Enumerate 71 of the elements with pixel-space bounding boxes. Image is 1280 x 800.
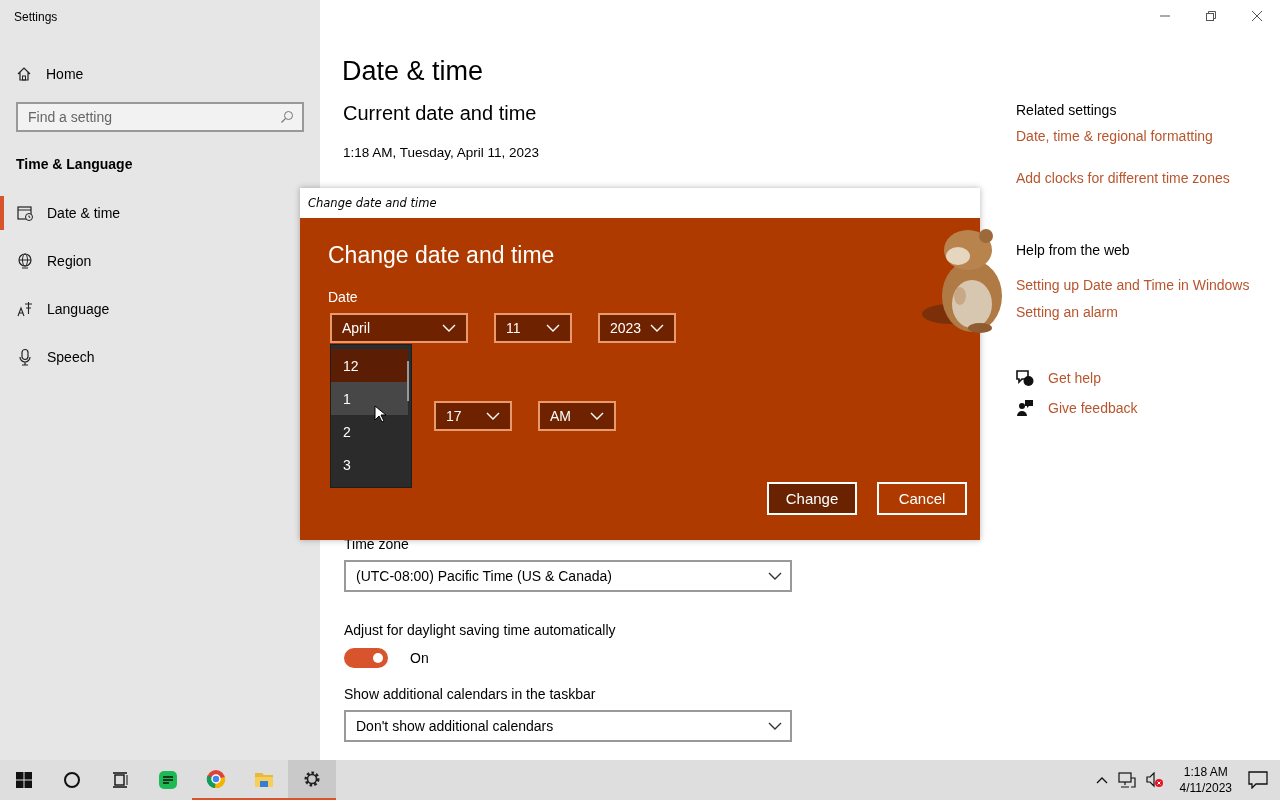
section-heading: Help from the web: [1016, 242, 1130, 258]
sidebar-item[interactable]: Region: [0, 250, 140, 272]
current-date-time: 1:18 AM, Tuesday, April 11, 2023: [343, 145, 540, 160]
close-icon[interactable]: [1252, 11, 1262, 21]
globe-icon: [16, 252, 34, 270]
list-option[interactable]: 1: [331, 382, 408, 415]
feedback-person-icon: [1016, 399, 1034, 417]
search-icon: [280, 110, 294, 124]
field-label: Adjust for daylight saving time automatically: [344, 622, 616, 638]
chevron-down-icon: [546, 324, 560, 332]
restore-icon[interactable]: [1206, 11, 1216, 21]
section-heading: Related settings: [1016, 102, 1117, 118]
link[interactable]: Get help: [1048, 370, 1101, 386]
language-icon: [16, 300, 34, 318]
link[interactable]: Setting an alarm: [1016, 304, 1118, 320]
link[interactable]: Add clocks for different time zones: [1016, 170, 1230, 186]
link[interactable]: Date, time & regional formatting: [1016, 128, 1213, 144]
dropdown[interactable]: April: [330, 313, 468, 343]
chevron-down-icon: [590, 412, 604, 420]
dropdown[interactable]: Don't show additional calendars: [344, 710, 792, 742]
field-label: Date: [328, 289, 358, 305]
search-circle-icon: [62, 770, 82, 790]
window-title: Settings: [13, 9, 59, 26]
search-field[interactable]: Find a setting: [16, 102, 304, 132]
notification-icon[interactable]: [1248, 771, 1268, 789]
mouse-cursor-icon: [374, 405, 386, 423]
clock-date: 4/11/2023: [1179, 780, 1232, 796]
sidebar-item[interactable]: Speech: [0, 346, 140, 368]
chevron-down-icon: [768, 722, 782, 730]
dialog-heading: Change date and time: [328, 242, 555, 269]
toggle-state: On: [410, 650, 429, 666]
section-heading: Current date and time: [343, 102, 537, 125]
link[interactable]: Setting up Date and Time in Windows: [1016, 277, 1250, 293]
change-button[interactable]: Change: [767, 482, 857, 515]
dialog-title: Change date and time: [308, 196, 437, 210]
toggle-switch[interactable]: [344, 648, 388, 668]
dropdown[interactable]: 17: [434, 401, 512, 431]
chevron-up-icon[interactable]: [1095, 776, 1108, 784]
list-option[interactable]: 12: [331, 349, 408, 382]
chat-app-icon: [158, 770, 178, 790]
dropdown[interactable]: (UTC-08:00) Pacific Time (US & Canada): [344, 560, 792, 592]
volume-muted-icon[interactable]: [1145, 772, 1164, 788]
dropdown[interactable]: 11: [494, 313, 572, 343]
field-label: Show additional calendars in the taskbar: [344, 686, 596, 702]
calendar-icon: [16, 204, 34, 222]
chevron-down-icon: [768, 572, 782, 580]
chevron-down-icon: [650, 324, 664, 332]
browser-icon: [206, 769, 226, 789]
home-icon: [16, 66, 32, 82]
chevron-down-icon: [486, 412, 500, 420]
list-option[interactable]: 2: [331, 415, 408, 448]
scrollbar: [407, 361, 409, 401]
microphone-icon: [16, 348, 34, 366]
dropdown[interactable]: AM: [538, 401, 616, 431]
page-title: Date & time: [342, 56, 484, 87]
section-heading: Time & Language: [16, 156, 133, 172]
home-link[interactable]: Home: [16, 64, 84, 84]
link[interactable]: Give feedback: [1048, 400, 1138, 416]
chevron-down-icon: [442, 324, 456, 332]
windows-logo-icon: [14, 770, 34, 790]
clock-time: 1:18 AM: [1183, 764, 1228, 780]
help-chat-icon: [1016, 369, 1034, 387]
gear-icon: [302, 769, 322, 789]
taskbar-button[interactable]: [288, 760, 336, 800]
dropdown[interactable]: 2023: [598, 313, 676, 343]
taskbar-clock[interactable]: 1:18 AM 4/11/2023: [1179, 764, 1232, 796]
sidebar-item[interactable]: Language: [0, 298, 140, 320]
cancel-button[interactable]: Cancel: [877, 482, 967, 515]
list-option[interactable]: 3: [331, 448, 408, 481]
network-icon[interactable]: [1117, 772, 1136, 788]
task-view-icon: [110, 770, 130, 790]
